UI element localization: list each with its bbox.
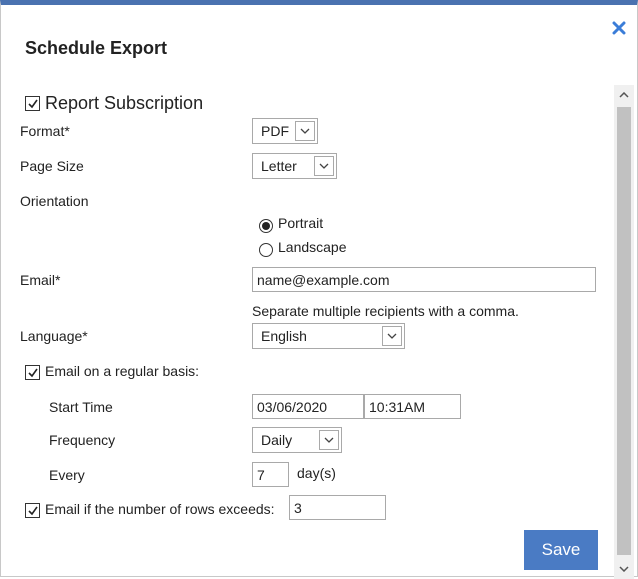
frequency-label: Frequency <box>49 432 116 448</box>
regular-basis-label: Email on a regular basis: <box>45 363 200 379</box>
language-value: English <box>261 328 307 344</box>
schedule-export-dialog: Schedule Export Report Subscription Form… <box>0 0 638 579</box>
vertical-scrollbar[interactable] <box>614 85 634 579</box>
start-time-value: 10:31AM <box>369 399 426 415</box>
chevron-down-icon <box>382 326 402 346</box>
email-value: name@example.com <box>257 272 390 288</box>
regular-basis-checkbox[interactable] <box>25 365 40 380</box>
landscape-label: Landscape <box>278 239 347 255</box>
language-label: Language* <box>20 328 88 344</box>
start-time-label: Start Time <box>49 399 113 415</box>
portrait-radio[interactable] <box>259 219 273 233</box>
email-field[interactable]: name@example.com <box>252 267 596 292</box>
rows-exceed-label: Email if the number of rows exceeds: <box>45 501 275 517</box>
email-hint: Separate multiple recipients with a comm… <box>252 303 519 319</box>
chevron-down-icon <box>314 156 334 176</box>
frequency-value: Daily <box>261 432 293 448</box>
format-select[interactable]: PDF <box>252 118 318 144</box>
scroll-up-arrow-icon[interactable] <box>614 85 634 105</box>
orientation-label: Orientation <box>20 193 89 209</box>
scrollbar-thumb[interactable] <box>617 107 631 555</box>
dialog-title: Schedule Export <box>25 38 168 58</box>
format-value: PDF <box>261 123 289 139</box>
page-size-label: Page Size <box>20 158 84 174</box>
format-label: Format* <box>20 123 70 139</box>
frequency-select[interactable]: Daily <box>252 427 342 453</box>
rows-exceed-checkbox[interactable] <box>25 503 40 518</box>
page-size-value: Letter <box>261 158 297 174</box>
start-date-field[interactable]: 03/06/2020 <box>252 394 364 419</box>
chevron-down-icon <box>295 121 315 141</box>
scroll-down-arrow-icon[interactable] <box>614 559 634 579</box>
report-subscription-label: Report Subscription <box>45 93 204 113</box>
chevron-down-icon <box>319 430 339 450</box>
every-label: Every <box>49 467 85 483</box>
email-label: Email* <box>20 272 61 288</box>
landscape-radio[interactable] <box>259 243 273 257</box>
close-icon[interactable] <box>612 21 626 35</box>
every-field[interactable]: 7 <box>252 462 289 487</box>
every-unit: day(s) <box>297 465 336 481</box>
radio-selected-dot <box>262 222 270 230</box>
every-value: 7 <box>257 467 265 483</box>
page-size-select[interactable]: Letter <box>252 153 337 179</box>
start-time-field[interactable]: 10:31AM <box>364 394 461 419</box>
rows-exceed-value: 3 <box>294 500 302 516</box>
save-button[interactable]: Save <box>524 530 598 570</box>
language-select[interactable]: English <box>252 323 405 349</box>
rows-exceed-field[interactable]: 3 <box>289 495 386 520</box>
start-date-value: 03/06/2020 <box>257 399 328 415</box>
report-subscription-checkbox[interactable] <box>25 96 40 111</box>
portrait-label: Portrait <box>278 215 324 231</box>
